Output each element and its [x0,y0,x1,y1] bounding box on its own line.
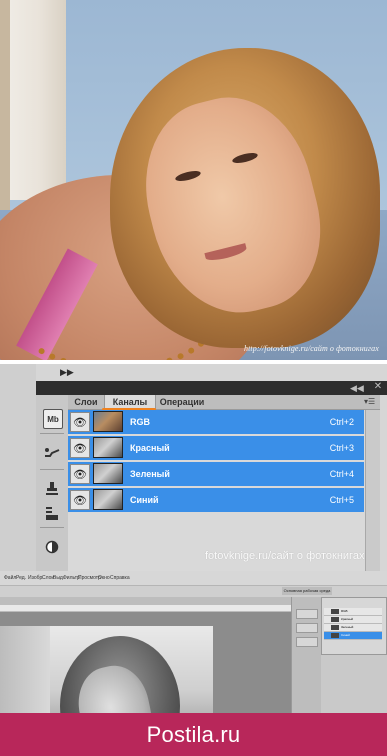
photo-caption: http://fotovknige.ru/сайт о фотокнигах [244,344,379,353]
channel-shortcut: Ctrl+4 [329,469,354,479]
watermark: fotovknige.ru/сайт о фотокнигах [205,550,365,562]
mini-channel-row[interactable]: Синий [324,632,382,640]
channel-name: RGB [130,417,150,427]
tool-presets-icon[interactable] [42,503,62,523]
postila-banner[interactable]: Postila.ru [0,713,387,756]
document-tab[interactable] [0,597,300,605]
menu-item[interactable]: Ред. [16,575,26,581]
channel-name: Синий [130,495,159,505]
eye-icon[interactable]: 👁 [70,464,90,484]
close-icon[interactable]: ✕ [373,382,383,392]
divider [40,527,64,528]
panel-icon-strip: Mb [36,395,69,571]
left-band [0,364,36,571]
mini-channel-row[interactable]: Зеленый [324,624,382,632]
mini-channel-row[interactable]: Красный [324,616,382,624]
channel-name: Зеленый [130,469,170,479]
side-panel-button[interactable] [296,623,318,633]
ruler [0,605,300,612]
eye-icon[interactable]: 👁 [70,412,90,432]
menu-item[interactable]: Справка [110,575,130,581]
channel-row-red[interactable]: 👁 Красный Ctrl+3 [68,436,364,462]
side-panel-button[interactable] [296,609,318,619]
panel-menu-icon[interactable]: ▾☰ [364,397,376,407]
divider [40,433,64,434]
eye-icon[interactable]: 👁 [70,438,90,458]
tab-channels[interactable]: Каналы [104,395,156,409]
brand-name: Postila.ru [146,721,241,747]
menu-item[interactable]: Файл [4,575,16,581]
tab-layers[interactable]: Слои [70,395,102,409]
menubar: Файл Ред. Изобр. Слои Выд. Фильтр Просмо… [0,571,387,585]
photoshop-channels-screenshot: ▶▶ ◀◀ ✕ Mb Слои Каналы Операции ▾☰ 👁 RGB… [0,364,387,571]
clone-source-icon[interactable] [42,479,62,499]
tab-actions[interactable]: Операции [156,395,208,409]
channels-panel: Слои Каналы Операции ▾☰ 👁 RGB Ctrl+2 👁 К… [68,395,380,571]
mini-channels-panel: RGB Красный Зеленый Синий [321,597,387,655]
channel-shortcut: Ctrl+3 [329,443,354,453]
brush-presets-icon[interactable] [42,443,62,463]
channel-thumbnail [93,489,123,510]
workspace-switcher[interactable]: Основная рабочая среда [282,587,332,595]
mini-channel-row[interactable]: RGB [324,608,382,616]
side-panel-button[interactable] [296,637,318,647]
channel-row-blue[interactable]: 👁 Синий Ctrl+5 [68,488,364,514]
mask-icon[interactable] [42,537,62,557]
wooden-post [0,0,10,210]
menu-item[interactable]: Окно [98,575,110,581]
panel-scrollbar[interactable] [365,410,380,571]
channel-name: Красный [130,443,170,453]
portrait-photo: http://fotovknige.ru/сайт о фотокнигах [0,0,387,360]
divider [40,469,64,470]
channel-row-green[interactable]: 👁 Зеленый Ctrl+4 [68,462,364,488]
channel-thumbnail [93,411,123,432]
channel-thumbnail [93,437,123,458]
channel-row-rgb[interactable]: 👁 RGB Ctrl+2 [68,410,364,436]
channel-thumbnail [93,463,123,484]
expand-arrows-icon[interactable]: ▶▶ [60,367,74,378]
collapse-arrows-icon[interactable]: ◀◀ [350,381,364,395]
mini-bridge-icon[interactable]: Mb [43,409,63,429]
eye-icon[interactable]: 👁 [70,490,90,510]
channel-shortcut: Ctrl+2 [329,417,354,427]
panel-dock-titlebar [36,381,387,395]
channel-shortcut: Ctrl+5 [329,495,354,505]
